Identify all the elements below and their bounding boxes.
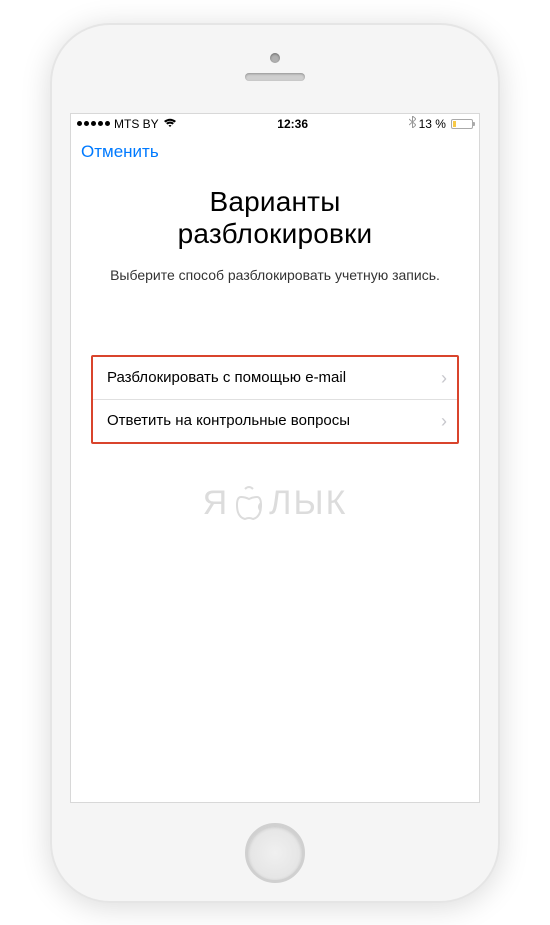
page-title: Варианты разблокировки (91, 186, 459, 250)
content-area: Варианты разблокировки Выберите способ р… (71, 168, 479, 523)
battery-icon (451, 119, 473, 129)
status-time: 12:36 (277, 117, 308, 131)
unlock-email-option[interactable]: Разблокировать с помощью e-mail › (93, 357, 457, 399)
status-left: MTS BY (77, 117, 177, 131)
speaker-slot (245, 73, 305, 81)
title-line2: разблокировки (178, 218, 373, 249)
status-bar: MTS BY 12:36 13 % (71, 114, 479, 134)
bluetooth-icon (409, 116, 416, 131)
watermark-right: ЛЫК (269, 484, 347, 523)
signal-icon (77, 121, 110, 126)
wifi-icon (163, 117, 177, 131)
chevron-right-icon: › (441, 412, 447, 430)
chevron-right-icon: › (441, 369, 447, 387)
option-label: Разблокировать с помощью e-mail (107, 369, 346, 386)
carrier-label: MTS BY (114, 117, 159, 131)
page-subtitle: Выберите способ разблокировать учетную з… (91, 266, 459, 285)
cancel-button[interactable]: Отменить (81, 142, 159, 161)
apple-icon (233, 485, 265, 521)
option-label: Ответить на контрольные вопросы (107, 412, 350, 429)
battery-percent: 13 % (419, 117, 446, 131)
home-button[interactable] (245, 823, 305, 883)
screen: MTS BY 12:36 13 % Отменить Варианты (70, 113, 480, 803)
nav-bar: Отменить (71, 134, 479, 168)
unlock-options-highlight: Разблокировать с помощью e-mail › Ответи… (91, 355, 459, 444)
unlock-questions-option[interactable]: Ответить на контрольные вопросы › (93, 399, 457, 442)
title-line1: Варианты (209, 186, 340, 217)
camera-dot (270, 53, 280, 63)
phone-frame: MTS BY 12:36 13 % Отменить Варианты (50, 23, 500, 903)
status-right: 13 % (409, 116, 473, 131)
watermark: Я ЛЫК (91, 484, 459, 523)
watermark-left: Я (203, 484, 230, 523)
